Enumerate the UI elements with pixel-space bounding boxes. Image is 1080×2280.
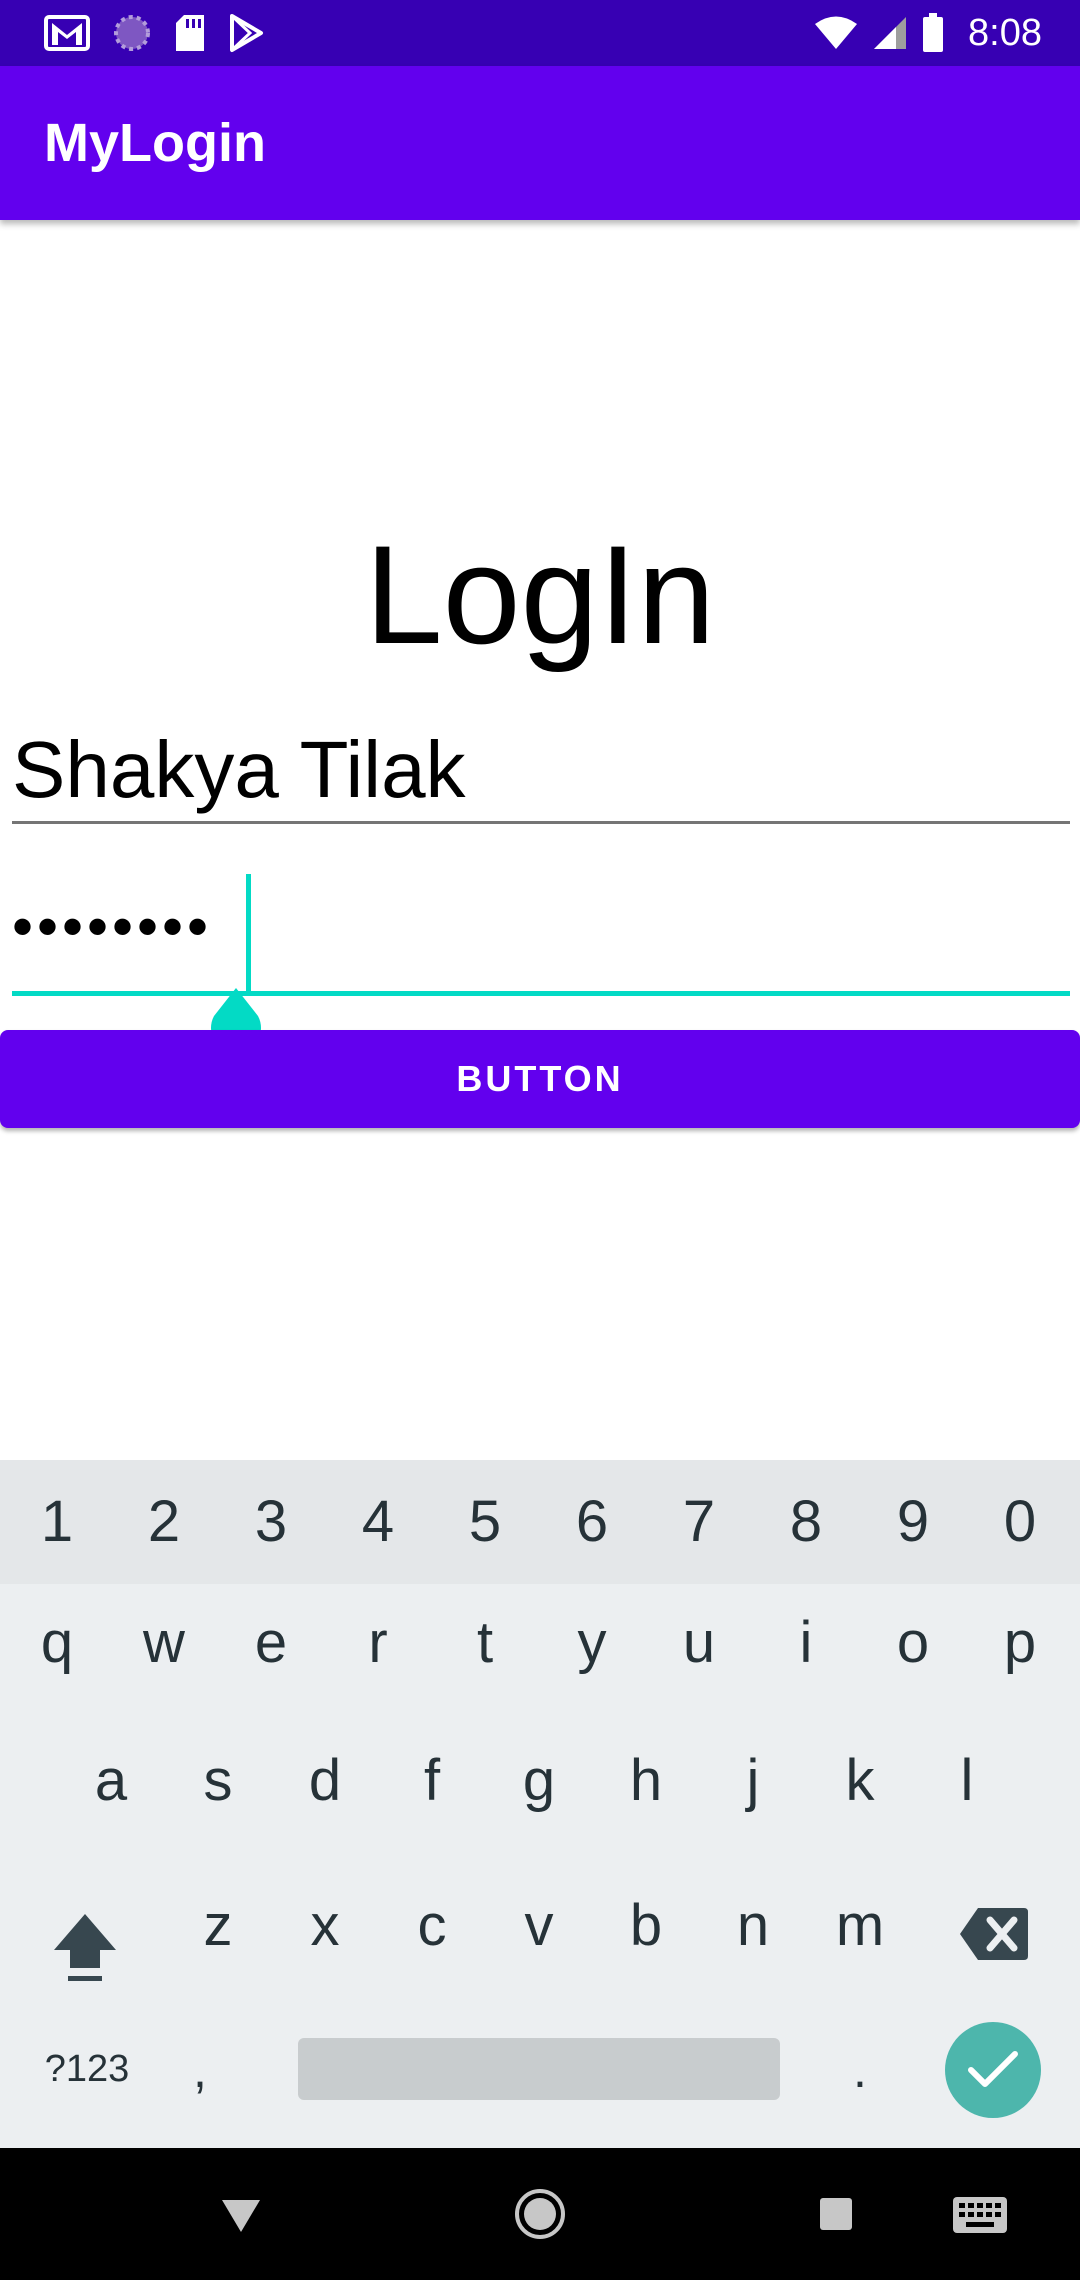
key-j[interactable]: j [700,1722,806,1846]
back-icon[interactable] [220,2198,262,2234]
battery-icon [923,13,944,52]
key-u[interactable]: u [646,1584,752,1708]
key-t[interactable]: t [432,1584,538,1708]
username-value: Shakya Tilak [12,725,466,814]
password-field[interactable]: •••••••• [12,864,1070,996]
shift-icon[interactable] [50,1910,120,1984]
username-field[interactable]: Shakya Tilak [12,708,1070,824]
app-title: MyLogin [44,113,266,173]
key-3[interactable]: 3 [218,1460,324,1584]
key-h[interactable]: h [593,1722,699,1846]
spacebar[interactable] [298,2038,780,2100]
key-c[interactable]: c [379,1860,485,1984]
soft-keyboard: 1 2 3 4 5 6 7 8 9 0 q w e r t y u i o p … [0,1460,1080,2148]
password-value: •••••••• [12,893,213,960]
gmail-icon [44,15,90,51]
text-cursor [246,874,251,996]
key-6[interactable]: 6 [539,1460,645,1584]
checkmark-icon [968,2051,1018,2087]
key-z[interactable]: z [165,1860,271,1984]
wifi-icon [815,16,858,49]
symbols-key[interactable]: ?123 [30,2038,144,2100]
key-w[interactable]: w [111,1584,217,1708]
key-r[interactable]: r [325,1584,431,1708]
key-b[interactable]: b [593,1860,699,1984]
key-m[interactable]: m [807,1860,913,1984]
key-x[interactable]: x [272,1860,378,1984]
key-y[interactable]: y [539,1584,645,1708]
keyboard-number-row: 1 2 3 4 5 6 7 8 9 0 [0,1460,1080,1584]
key-7[interactable]: 7 [646,1460,752,1584]
app-bar: MyLogin [0,66,1080,220]
key-f[interactable]: f [379,1722,485,1846]
key-5[interactable]: 5 [432,1460,538,1584]
navigation-bar [0,2148,1080,2280]
key-q[interactable]: q [4,1584,110,1708]
status-bar: 8:08 [0,0,1080,66]
key-s[interactable]: s [165,1722,271,1846]
key-g[interactable]: g [486,1722,592,1846]
login-button[interactable]: BUTTON [0,1030,1080,1128]
comma-key[interactable]: , [170,2020,230,2120]
sd-card-icon [176,15,204,51]
status-clock: 8:08 [968,11,1042,54]
key-k[interactable]: k [807,1722,913,1846]
key-l[interactable]: l [914,1722,1020,1846]
key-d[interactable]: d [272,1722,378,1846]
period-key[interactable]: . [830,2020,890,2120]
loading-icon [114,15,150,51]
enter-key[interactable] [945,2022,1041,2118]
key-e[interactable]: e [218,1584,324,1708]
key-i[interactable]: i [753,1584,859,1708]
signal-icon [874,17,907,49]
key-v[interactable]: v [486,1860,592,1984]
key-o[interactable]: o [860,1584,966,1708]
backspace-icon[interactable] [958,1906,1030,1962]
key-4[interactable]: 4 [325,1460,431,1584]
recents-icon[interactable] [818,2196,854,2232]
key-9[interactable]: 9 [860,1460,966,1584]
key-1[interactable]: 1 [4,1460,110,1584]
key-n[interactable]: n [700,1860,806,1984]
key-2[interactable]: 2 [111,1460,217,1584]
key-8[interactable]: 8 [753,1460,859,1584]
keyboard-switch-icon[interactable] [952,2196,1008,2234]
key-p[interactable]: p [967,1584,1073,1708]
page-title: LogIn [364,516,716,673]
key-a[interactable]: a [58,1722,164,1846]
key-0[interactable]: 0 [967,1460,1073,1584]
play-store-icon [230,14,263,52]
home-icon[interactable] [514,2188,566,2240]
